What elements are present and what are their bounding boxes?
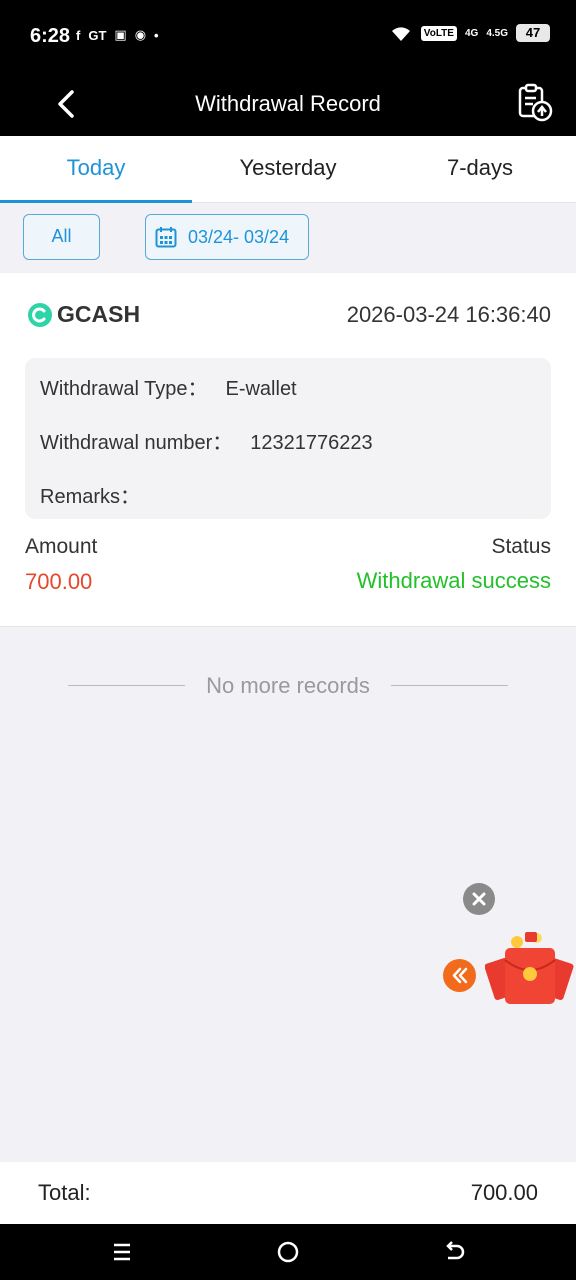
facebook-icon: f bbox=[76, 27, 81, 43]
page-title: Withdrawal Record bbox=[195, 91, 381, 116]
clipboard-upload-icon[interactable] bbox=[516, 82, 554, 122]
amount-value: 700.00 bbox=[25, 569, 93, 594]
signal-45g: 4.5G bbox=[486, 27, 508, 39]
battery-icon: 47 bbox=[516, 24, 550, 42]
remarks-label: Remarks： bbox=[40, 486, 141, 508]
gt-icon: GT bbox=[88, 27, 107, 43]
list-end-indicator: No more records bbox=[0, 668, 576, 704]
notification-icons: f GT ▣ ◉ • bbox=[76, 27, 159, 43]
record-details: Withdrawal Type： E-wallet Withdrawal numb… bbox=[25, 358, 551, 519]
tab-today[interactable]: Today bbox=[0, 136, 192, 203]
remarks-row: Remarks： bbox=[40, 480, 158, 509]
total-value: 700.00 bbox=[470, 1180, 538, 1205]
system-indicators: VoLTE 4G 4.5G 47 bbox=[389, 24, 550, 42]
no-more-records-text: No more records bbox=[206, 673, 370, 698]
back-icon[interactable] bbox=[440, 1238, 468, 1266]
tab-7-days[interactable]: 7-days bbox=[384, 136, 576, 202]
withdrawal-record-card[interactable]: GCASH 2026-03-24 16:36:40 Withdrawal Typ… bbox=[0, 273, 576, 627]
calendar-icon bbox=[155, 227, 177, 248]
record-datetime: 2026-03-24 16:36:40 bbox=[346, 302, 551, 327]
filter-all-button[interactable]: All bbox=[23, 214, 100, 260]
payment-method-name: GCASH bbox=[57, 301, 141, 327]
filter-bar: All 03/24- 03/24 bbox=[0, 203, 576, 273]
gcash-logo-icon bbox=[28, 302, 52, 327]
chrome-icon: ◉ bbox=[134, 27, 147, 42]
withdrawal-type-value: E-wallet bbox=[225, 378, 297, 400]
withdrawal-number-value: 12321776223 bbox=[250, 432, 373, 454]
status-time: 6:28 bbox=[30, 25, 71, 47]
double-chevron-left-icon[interactable] bbox=[443, 959, 476, 992]
app-header: Withdrawal Record bbox=[0, 72, 576, 136]
withdrawal-number-row: Withdrawal number： 12321776223 bbox=[40, 426, 373, 455]
withdrawal-type-row: Withdrawal Type： E-wallet bbox=[40, 372, 297, 401]
system-nav-bar bbox=[0, 1224, 576, 1280]
tab-yesterday[interactable]: Yesterday bbox=[192, 136, 384, 202]
more-dot-icon: • bbox=[154, 27, 159, 43]
menu-icon[interactable] bbox=[108, 1238, 136, 1266]
wifi-icon bbox=[391, 27, 410, 41]
date-range-button[interactable]: 03/24- 03/24 bbox=[145, 214, 309, 260]
signal-4g: 4G bbox=[464, 27, 479, 39]
vibrate-icon: ▣ bbox=[114, 27, 127, 42]
close-icon[interactable] bbox=[463, 883, 495, 915]
home-circle-icon[interactable] bbox=[274, 1238, 302, 1266]
withdrawal-type-label: Withdrawal Type： bbox=[40, 378, 208, 400]
withdrawal-number-label: Withdrawal number： bbox=[40, 432, 233, 454]
total-bar: Total: 700.00 bbox=[0, 1162, 576, 1224]
payment-method: GCASH bbox=[28, 301, 140, 328]
date-tabs: Today Yesterday 7-days bbox=[0, 136, 576, 203]
status-bar: 6:28 f GT ▣ ◉ • VoLTE 4G 4.5G 47 bbox=[0, 0, 576, 72]
amount-label: Amount bbox=[25, 535, 98, 558]
status-value: Withdrawal success bbox=[356, 568, 551, 593]
volte-badge: VoLTE bbox=[420, 25, 457, 41]
divider-right bbox=[391, 685, 508, 686]
date-range-label: 03/24- 03/24 bbox=[188, 226, 290, 247]
status-label: Status bbox=[491, 535, 551, 558]
red-envelope-icon[interactable] bbox=[485, 930, 575, 1008]
total-label: Total: bbox=[38, 1180, 91, 1205]
